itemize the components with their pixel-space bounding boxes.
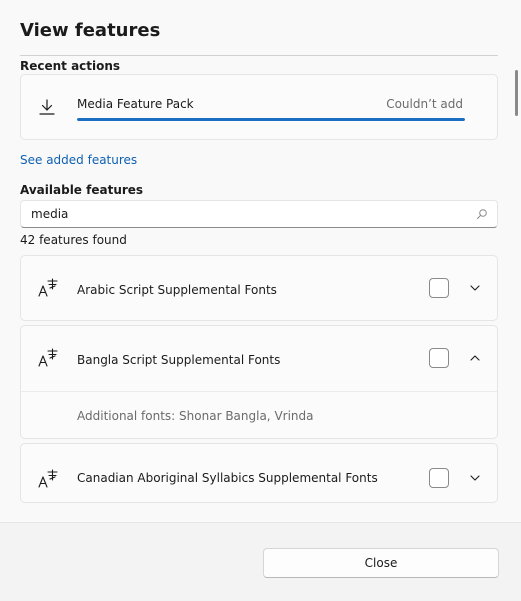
- feature-name: Canadian Aboriginal Syllabics Supplement…: [77, 471, 378, 485]
- chevron-down-icon[interactable]: [469, 473, 481, 483]
- chevron-up-icon[interactable]: [469, 353, 481, 363]
- download-icon: [37, 97, 57, 117]
- font-glyph-icon: [37, 277, 59, 299]
- feature-name: Bangla Script Supplemental Fonts: [77, 353, 281, 367]
- feature-checkbox[interactable]: [429, 348, 449, 368]
- feature-checkbox[interactable]: [429, 468, 449, 488]
- font-glyph-icon: [37, 347, 59, 369]
- feature-detail: Additional fonts: Shonar Bangla, Vrinda: [77, 409, 314, 423]
- chevron-down-icon[interactable]: [469, 283, 481, 293]
- search-icon[interactable]: [476, 208, 488, 220]
- feature-name: Arabic Script Supplemental Fonts: [77, 283, 277, 297]
- feature-card-canadian: Canadian Aboriginal Syllabics Supplement…: [20, 443, 498, 503]
- recent-feature-name: Media Feature Pack: [77, 97, 194, 111]
- recent-progress-bar: [77, 118, 465, 121]
- font-glyph-icon: [37, 468, 59, 490]
- search-box: [20, 200, 498, 228]
- feature-card-arabic: Arabic Script Supplemental Fonts: [20, 255, 498, 321]
- dialog-title: View features: [20, 20, 161, 41]
- recent-action-card: Media Feature Pack Couldn’t add: [20, 74, 498, 140]
- dialog-footer: Close: [0, 522, 521, 601]
- available-features-label: Available features: [20, 183, 144, 197]
- search-input[interactable]: [21, 207, 476, 221]
- feature-detail-divider: [21, 391, 497, 392]
- feature-checkbox[interactable]: [429, 278, 449, 298]
- recent-feature-status: Couldn’t add: [386, 97, 463, 111]
- close-button[interactable]: Close: [263, 548, 499, 578]
- results-count: 42 features found: [20, 233, 127, 247]
- recent-actions-label: Recent actions: [20, 59, 121, 73]
- dialog-content: View features Recent actions Media Featu…: [0, 0, 521, 522]
- feature-card-bangla: Bangla Script Supplemental Fonts Additio…: [20, 325, 498, 439]
- scrollbar-thumb[interactable]: [515, 70, 518, 116]
- title-divider: [20, 55, 498, 56]
- recent-progress-fill: [77, 118, 465, 121]
- see-added-features-link[interactable]: See added features: [20, 153, 137, 167]
